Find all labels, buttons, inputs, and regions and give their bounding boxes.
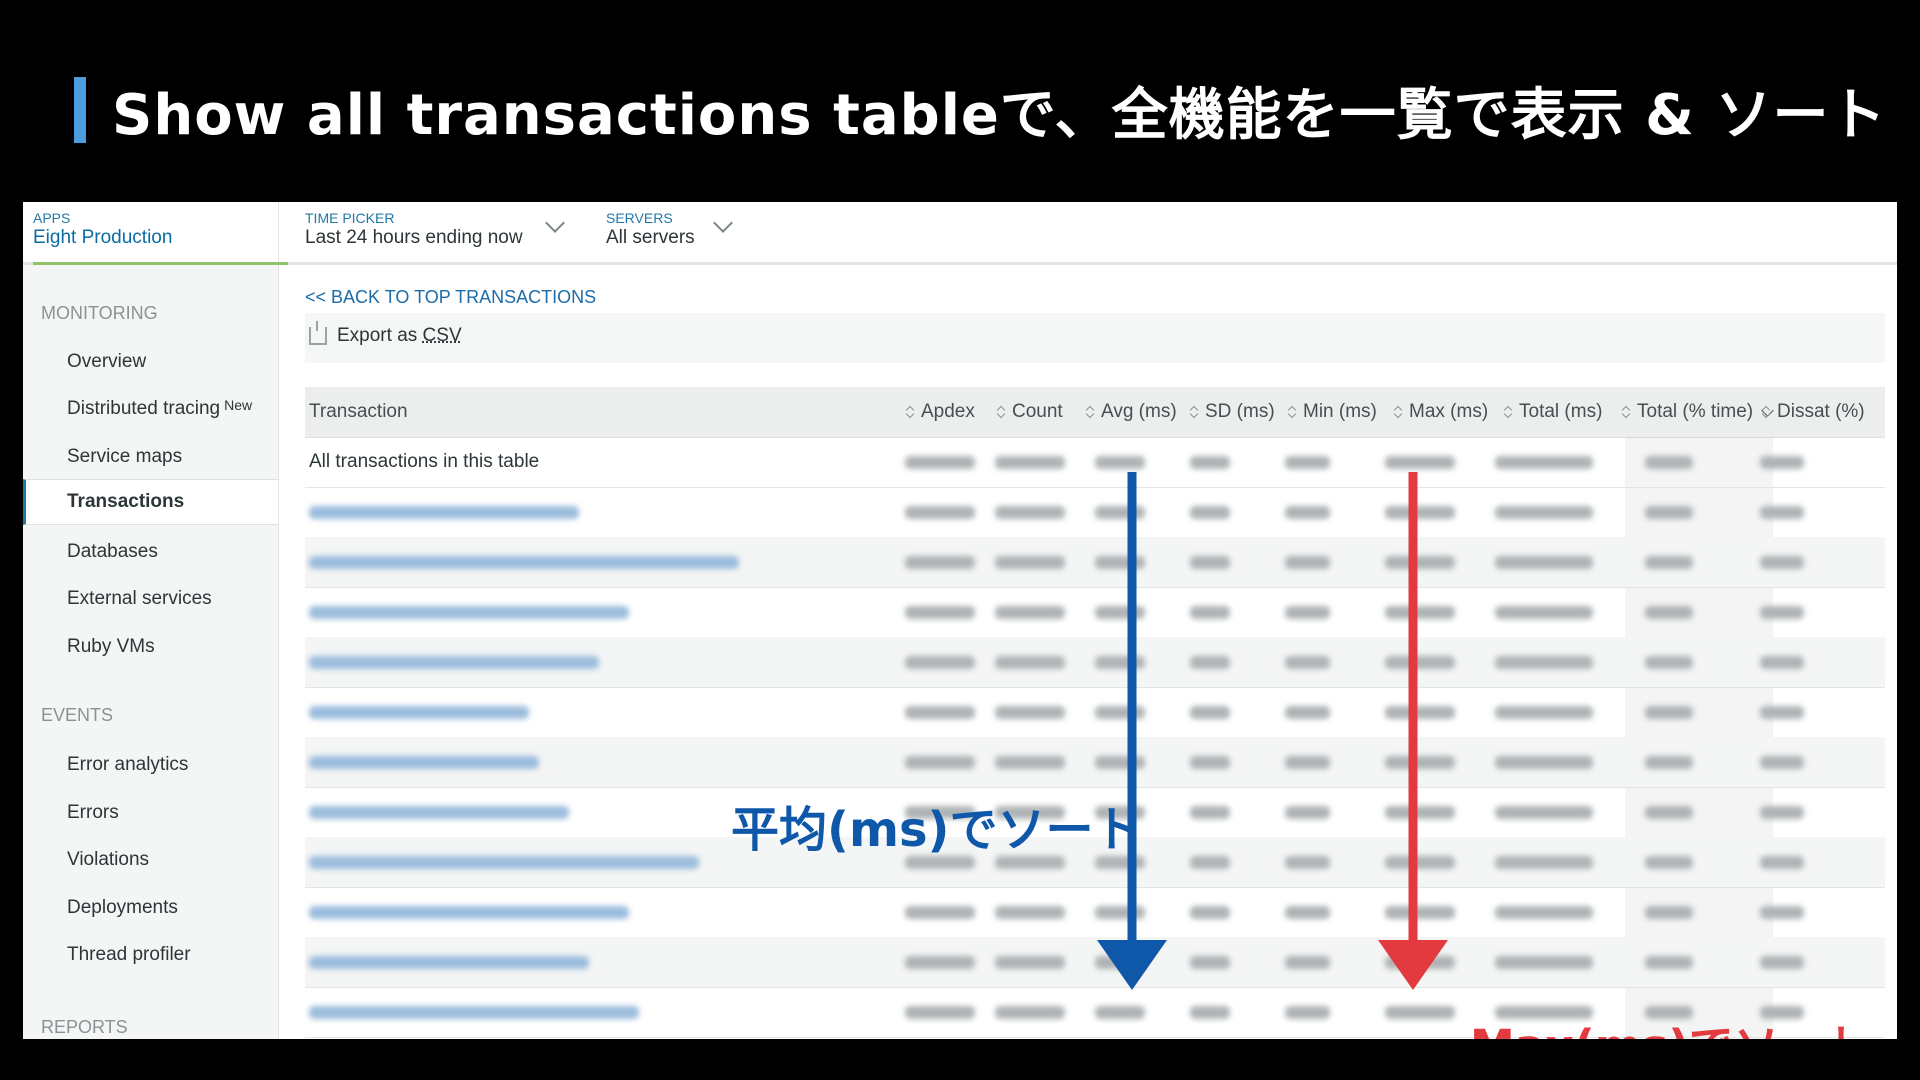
- max-down-arrow-head-icon: [1378, 940, 1448, 990]
- avg-down-arrow-head-icon: [1097, 940, 1167, 990]
- annotation-arrows: [1097, 472, 1448, 990]
